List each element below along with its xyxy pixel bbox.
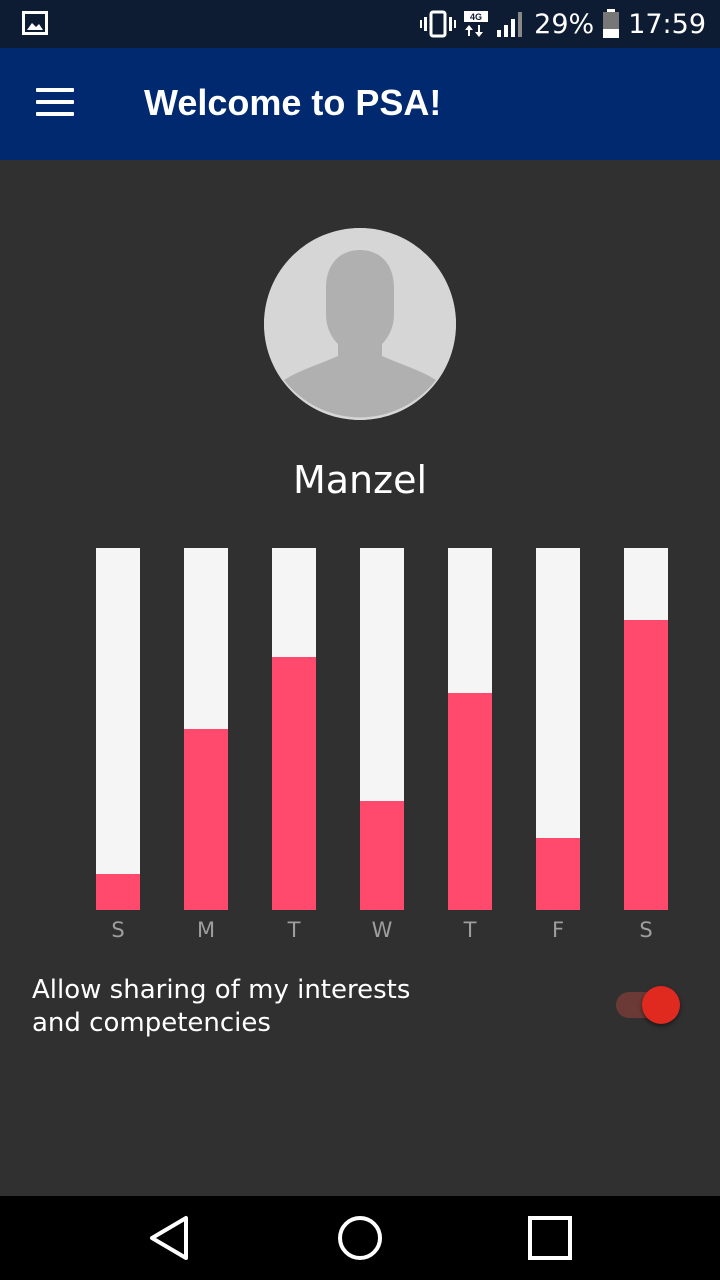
battery-percent: 29% xyxy=(534,8,595,40)
sharing-label-line1: Allow sharing of my interests xyxy=(32,975,411,1005)
sharing-label-line2: and competencies xyxy=(32,1008,271,1038)
weekly-activity-chart: SMTWTFS xyxy=(0,548,720,948)
menu-icon[interactable] xyxy=(36,88,76,120)
toggle-thumb xyxy=(642,986,680,1024)
user-name: Manzel xyxy=(292,458,428,502)
signal-icon xyxy=(497,12,523,37)
network-4g-icon: 4G xyxy=(464,11,489,37)
bar-day-label: T xyxy=(463,918,477,942)
bar-day-label: W xyxy=(371,918,393,942)
page-title: Welcome to PSA! xyxy=(144,82,442,123)
bar-background xyxy=(96,548,140,910)
bar-value xyxy=(272,657,316,910)
app-bar: Welcome to PSA! xyxy=(0,48,720,160)
home-icon[interactable] xyxy=(334,1212,386,1264)
bar-value xyxy=(360,801,404,910)
back-icon[interactable] xyxy=(144,1212,196,1264)
clock: 17:59 xyxy=(628,8,706,40)
bar-value xyxy=(96,874,140,910)
network-label: 4G xyxy=(470,12,482,22)
recents-icon[interactable] xyxy=(524,1212,576,1264)
image-icon xyxy=(22,11,48,35)
status-bar: 4G 29% 17:59 xyxy=(0,0,720,48)
bar-day-label: S xyxy=(639,918,653,942)
default-avatar-icon xyxy=(264,228,456,420)
bar-value xyxy=(536,838,580,910)
bar-value xyxy=(448,693,492,910)
bar-day-label: S xyxy=(111,918,125,942)
bar-day-label: M xyxy=(196,918,216,942)
bar-value xyxy=(624,620,668,910)
bar-value xyxy=(184,729,228,910)
bar-day-label: F xyxy=(551,918,565,942)
sharing-toggle[interactable] xyxy=(614,984,684,1028)
vibrate-icon xyxy=(420,10,457,38)
battery-icon xyxy=(603,9,620,38)
sharing-label: Allow sharing of my interests and compet… xyxy=(32,974,452,1040)
navigation-bar xyxy=(0,1196,720,1280)
bar-day-label: T xyxy=(287,918,301,942)
